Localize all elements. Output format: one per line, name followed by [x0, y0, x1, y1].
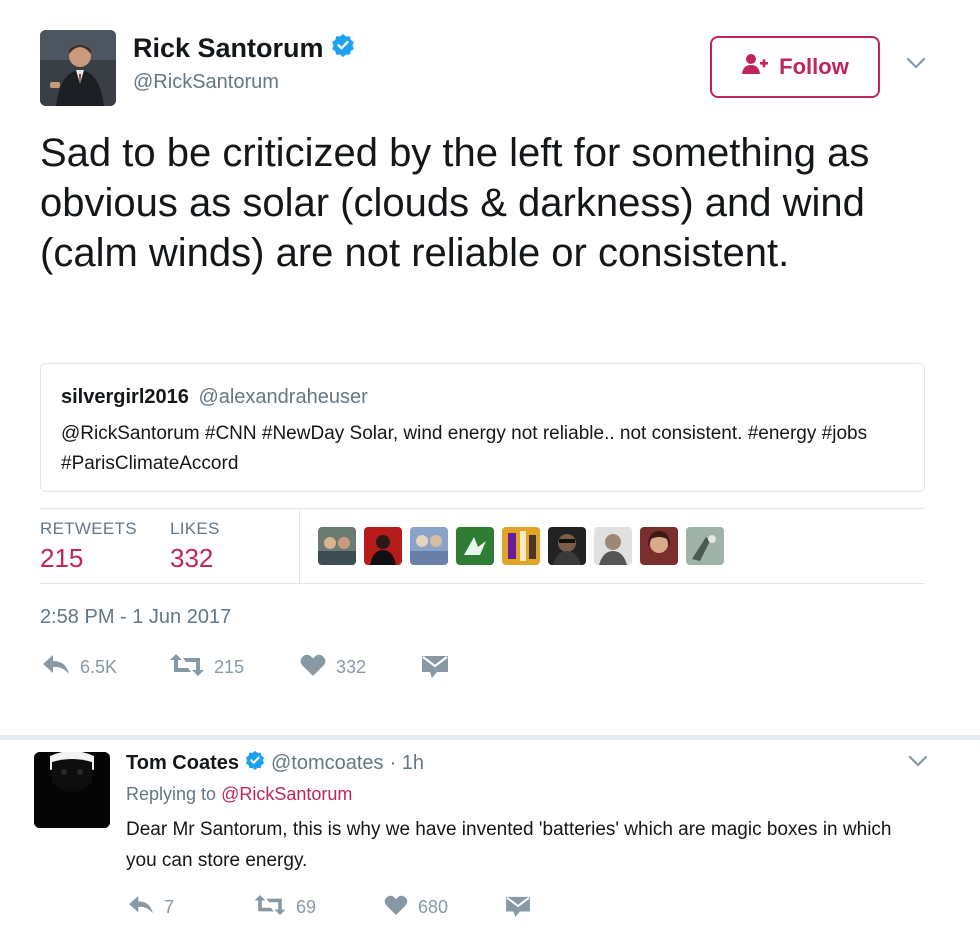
retweet-icon [254, 895, 286, 920]
reply-header: Tom Coates @tomcoates · 1h [126, 750, 424, 776]
retweets-value: 215 [40, 543, 84, 573]
reply-tweet[interactable]: Tom Coates @tomcoates · 1h Replying to @… [0, 740, 980, 939]
author-name-text[interactable]: Rick Santorum [133, 33, 324, 64]
quoted-author-handle: @alexandraheuser [198, 386, 368, 408]
liker-avatar[interactable] [410, 527, 448, 565]
direct-message-action[interactable] [422, 654, 448, 683]
direct-message-icon [506, 895, 530, 922]
author-avatar[interactable] [40, 30, 116, 106]
replying-to: Replying to @RickSantorum [126, 784, 352, 805]
replying-to-link[interactable]: @RickSantorum [221, 784, 352, 804]
quoted-tweet-text: @RickSantorum #CNN #NewDay Solar, wind e… [61, 423, 868, 474]
direct-message-icon [422, 654, 448, 683]
liker-avatar[interactable] [502, 527, 540, 565]
chevron-down-icon[interactable] [908, 754, 928, 768]
like-action[interactable]: 680 [384, 895, 448, 920]
reply-text: Dear Mr Santorum, this is why we have in… [126, 819, 892, 871]
tweet-text: Sad to be criticized by the left for som… [40, 131, 870, 275]
likes-stat[interactable]: LIKES 332 [170, 519, 220, 574]
liker-avatar[interactable] [686, 527, 724, 565]
liker-avatar[interactable] [364, 527, 402, 565]
reply-icon [42, 654, 70, 681]
liker-avatar[interactable] [640, 527, 678, 565]
likes-label: LIKES [170, 519, 220, 538]
author-display-name[interactable]: Rick Santorum [133, 33, 355, 64]
retweets-label: RETWEETS [40, 519, 137, 538]
author-handle[interactable]: @RickSantorum [133, 71, 279, 94]
retweets-stat[interactable]: RETWEETS 215 [40, 519, 137, 574]
reply-count: 6.5K [80, 657, 118, 677]
verified-badge-icon [245, 750, 265, 776]
retweet-action[interactable]: 69 [254, 895, 316, 920]
like-count: 680 [418, 897, 449, 917]
replying-prefix: Replying to [126, 784, 217, 804]
direct-message-action[interactable] [506, 895, 530, 922]
tweet-stats: RETWEETS 215 LIKES 332 [40, 508, 925, 584]
like-count: 332 [336, 657, 367, 677]
verified-badge-icon [331, 33, 355, 64]
reply-count: 7 [164, 897, 175, 917]
chevron-down-icon[interactable] [906, 56, 926, 70]
liker-avatar[interactable] [594, 527, 632, 565]
liker-avatar[interactable] [318, 527, 356, 565]
likes-value: 332 [170, 543, 214, 573]
follow-button[interactable]: Follow [710, 36, 880, 98]
retweet-icon [170, 654, 204, 681]
heart-icon [384, 895, 408, 920]
like-action[interactable]: 332 [300, 654, 366, 681]
follow-person-icon [741, 53, 769, 81]
reply-action[interactable]: 7 [128, 895, 174, 920]
follow-label: Follow [779, 54, 849, 79]
tweet-timestamp[interactable]: 2:58 PM - 1 Jun 2017 [40, 606, 231, 629]
reply-time[interactable]: · 1h [390, 752, 424, 775]
quoted-tweet[interactable]: silvergirl2016 @alexandraheuser @RickSan… [40, 363, 925, 492]
retweet-count: 69 [296, 897, 317, 917]
heart-icon [300, 654, 326, 681]
reply-action[interactable]: 6.5K [42, 654, 117, 681]
reply-author-name[interactable]: Tom Coates [126, 752, 239, 775]
liker-avatars [318, 527, 724, 565]
liker-avatar[interactable] [456, 527, 494, 565]
main-tweet: Rick Santorum @RickSantorum Follow Sad t… [0, 0, 980, 735]
reply-author-avatar[interactable] [34, 752, 110, 828]
retweet-count: 215 [214, 657, 245, 677]
quoted-author-name: silvergirl2016 [61, 386, 189, 408]
reply-author-handle[interactable]: @tomcoates [271, 752, 384, 775]
liker-avatar[interactable] [548, 527, 586, 565]
retweet-action[interactable]: 215 [170, 654, 244, 681]
stats-divider [299, 509, 300, 584]
quoted-tweet-header: silvergirl2016 @alexandraheuser [61, 386, 368, 409]
reply-icon [128, 895, 154, 920]
